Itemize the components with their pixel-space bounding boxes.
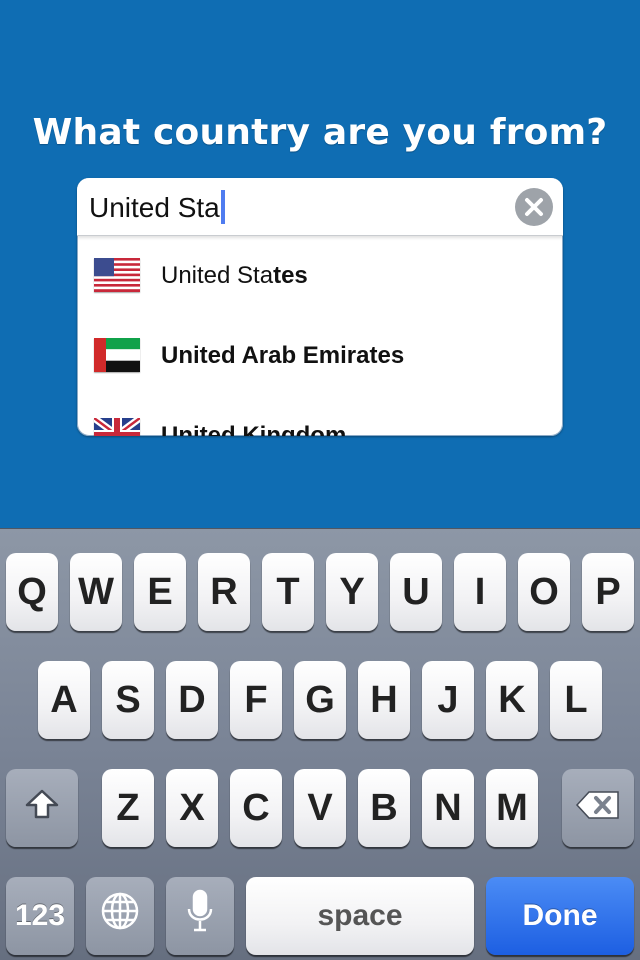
key-v[interactable]: V [294,769,346,847]
key-s[interactable]: S [102,661,154,739]
search-input-text: United Sta [89,190,225,224]
globe-key[interactable] [86,877,154,955]
backspace-icon [575,787,621,830]
key-x[interactable]: X [166,769,218,847]
microphone-icon [186,889,214,943]
done-key[interactable]: Done [486,877,634,955]
suggestion-united-states[interactable]: United States [77,236,563,316]
suggestion-united-arab-emirates[interactable]: United Arab Emirates [77,316,563,396]
key-n[interactable]: N [422,769,474,847]
suggestion-label: United Arab Emirates [161,342,405,369]
key-q[interactable]: Q [6,553,58,631]
key-k[interactable]: K [486,661,538,739]
shift-key[interactable] [6,769,78,847]
key-p[interactable]: P [582,553,634,631]
country-search-input[interactable]: United Sta [77,178,563,236]
key-t[interactable]: T [262,553,314,631]
globe-icon [100,891,140,941]
key-i[interactable]: I [454,553,506,631]
shift-icon [24,787,60,830]
key-h[interactable]: H [358,661,410,739]
page-question: What country are you from? [32,112,608,153]
key-y[interactable]: Y [326,553,378,631]
country-autocomplete: United Sta United States United Arab Emi… [77,178,563,436]
key-j[interactable]: J [422,661,474,739]
key-g[interactable]: G [294,661,346,739]
key-w[interactable]: W [70,553,122,631]
uae-flag-icon [94,338,140,372]
key-r[interactable]: R [198,553,250,631]
suggestion-list: United States United Arab Emirates Unite… [77,236,563,436]
key-a[interactable]: A [38,661,90,739]
uk-flag-icon [94,418,140,436]
key-u[interactable]: U [390,553,442,631]
us-flag-icon [94,258,140,292]
keyboard: Q W E R T Y U I O P A S D F G H J K L Z … [0,528,640,960]
key-l[interactable]: L [550,661,602,739]
key-m[interactable]: M [486,769,538,847]
text-caret [220,190,225,224]
numbers-key[interactable]: 123 [6,877,74,955]
clear-x-icon[interactable] [515,188,553,226]
key-f[interactable]: F [230,661,282,739]
microphone-key[interactable] [166,877,234,955]
key-o[interactable]: O [518,553,570,631]
key-c[interactable]: C [230,769,282,847]
key-z[interactable]: Z [102,769,154,847]
suggestion-label: United Kingdom [161,422,347,436]
suggestion-united-kingdom[interactable]: United Kingdom [77,396,563,436]
suggestion-label: United States [161,262,308,289]
key-d[interactable]: D [166,661,218,739]
delete-key[interactable] [562,769,634,847]
key-b[interactable]: B [358,769,410,847]
key-e[interactable]: E [134,553,186,631]
space-key[interactable]: space [246,877,474,955]
